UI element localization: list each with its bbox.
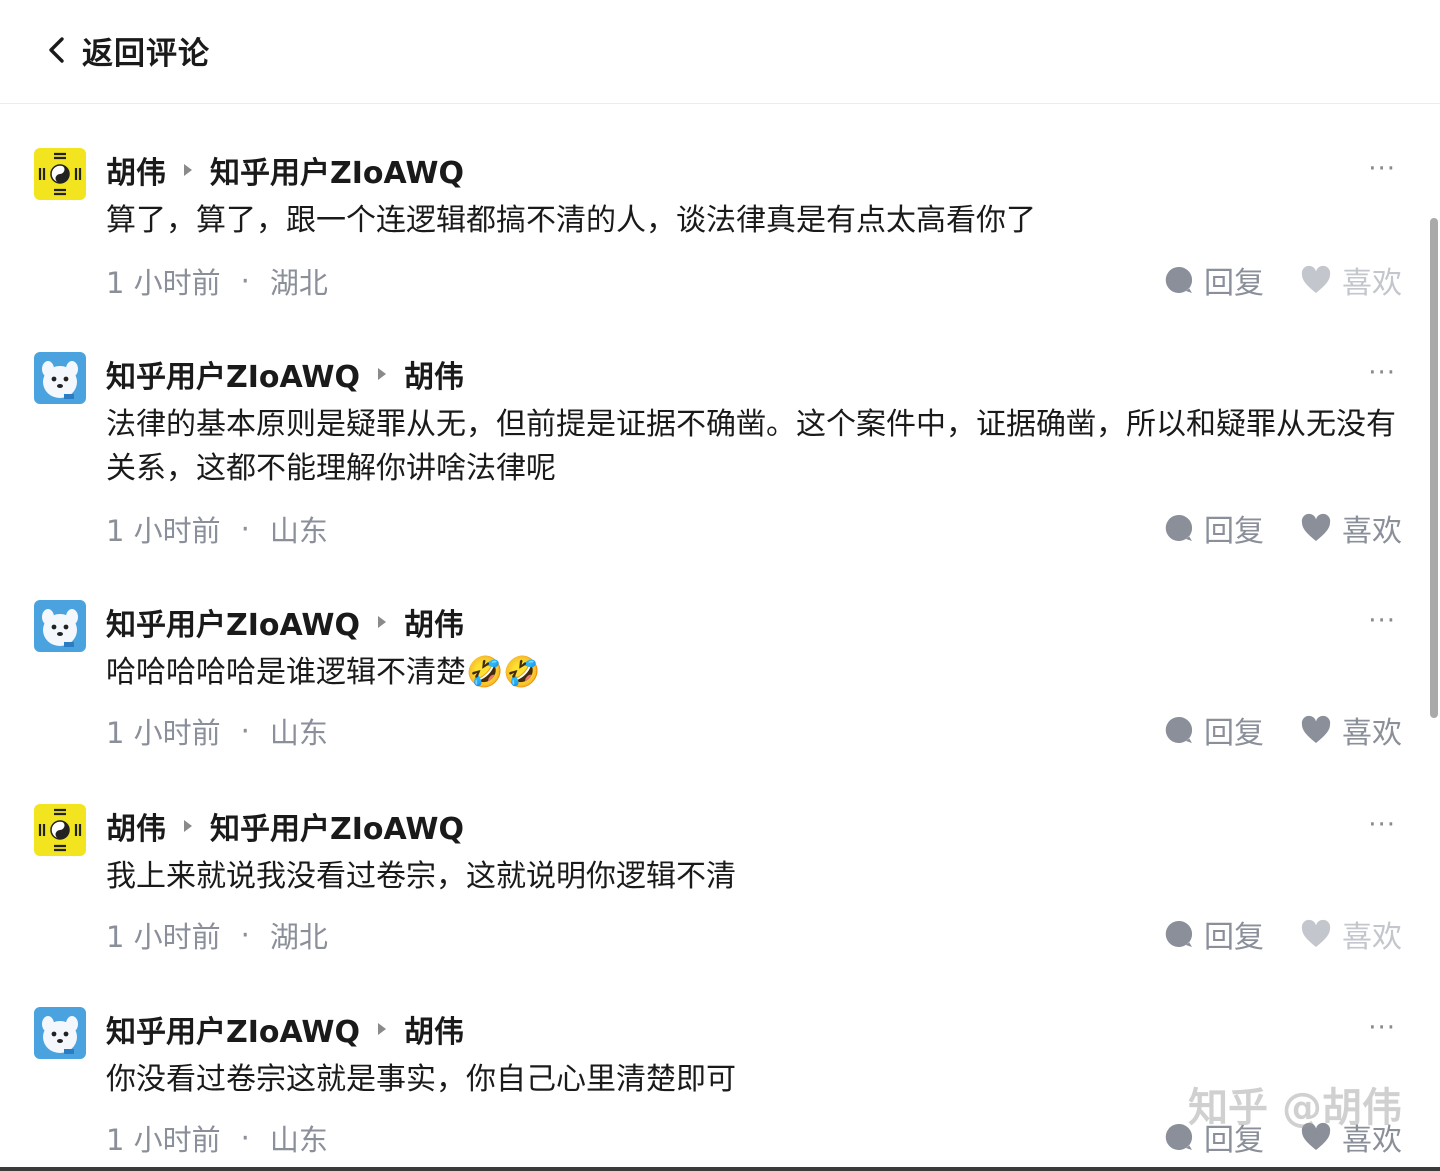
cartoon-dog-avatar[interactable] <box>34 600 86 652</box>
reply-label: 回复 <box>1204 920 1264 955</box>
comment-location: 湖北 <box>269 266 328 300</box>
comment-time: 1 小时前 <box>106 920 221 954</box>
comment-text: 哈哈哈哈哈是谁逻辑不清楚🤣🤣 <box>106 655 541 690</box>
comment-authors: 胡伟 知乎用户ZIoAWQ <box>106 804 464 848</box>
reply-label: 回复 <box>1204 1123 1264 1158</box>
bagua-avatar[interactable] <box>34 148 86 200</box>
heart-icon <box>1301 265 1331 293</box>
reply-label: 回复 <box>1204 716 1264 751</box>
comment-text: 你没看过卷宗这就是事实，你自己心里清楚即可 <box>106 1062 736 1097</box>
author-name[interactable]: 知乎用户ZIoAWQ <box>106 600 360 644</box>
like-button[interactable]: 喜欢 <box>1300 506 1402 550</box>
reply-button[interactable]: 回复 <box>1164 708 1264 752</box>
reply-to-arrow-icon <box>184 820 192 832</box>
heart-icon <box>1301 1122 1331 1150</box>
comment-location: 湖北 <box>269 920 328 954</box>
reply-label: 回复 <box>1204 514 1264 549</box>
heart-icon <box>1301 513 1331 541</box>
reply-button[interactable]: 回复 <box>1164 1115 1264 1159</box>
more-options-button[interactable]: ··· <box>1368 810 1396 840</box>
reply-to-name[interactable]: 知乎用户ZIoAWQ <box>210 148 464 192</box>
comment-meta: 1 小时前 · 山东 <box>106 508 328 550</box>
like-button[interactable]: 喜欢 <box>1300 708 1402 752</box>
like-label: 喜欢 <box>1342 716 1402 751</box>
comment-meta: 1 小时前 · 湖北 <box>106 260 328 302</box>
comment-authors: 知乎用户ZIoAWQ 胡伟 <box>106 600 464 644</box>
comment-thread-page: 返回评论 胡伟 知乎用户ZIoAWQ ··· 算了，算了，跟一个连逻辑都搞不清的… <box>0 0 1440 1171</box>
comment-meta: 1 小时前 · 湖北 <box>106 914 328 956</box>
like-button[interactable]: 喜欢 <box>1300 912 1402 956</box>
back-label: 返回评论 <box>82 35 210 72</box>
reply-to-name[interactable]: 胡伟 <box>404 1007 464 1051</box>
reply-to-arrow-icon <box>184 164 192 176</box>
comment-location: 山东 <box>269 716 328 750</box>
comment-actions: 回复 喜欢 <box>1164 1115 1402 1159</box>
comment-time: 1 小时前 <box>106 716 221 750</box>
speech-bubble-icon <box>1165 920 1193 947</box>
comment-time: 1 小时前 <box>106 266 221 300</box>
reply-button[interactable]: 回复 <box>1164 912 1264 956</box>
meta-separator: · <box>240 512 250 546</box>
comment-location: 山东 <box>269 514 328 548</box>
reply-to-name[interactable]: 知乎用户ZIoAWQ <box>210 804 464 848</box>
top-bar: 返回评论 <box>0 0 1440 104</box>
like-label: 喜欢 <box>1342 1123 1402 1158</box>
reply-to-name[interactable]: 胡伟 <box>404 352 464 396</box>
more-options-button[interactable]: ··· <box>1368 606 1396 636</box>
reply-to-arrow-icon <box>378 1023 386 1035</box>
speech-bubble-icon <box>1165 514 1193 541</box>
reply-to-arrow-icon <box>378 368 386 380</box>
reply-to-name[interactable]: 胡伟 <box>404 600 464 644</box>
meta-separator: · <box>240 264 250 298</box>
author-name[interactable]: 知乎用户ZIoAWQ <box>106 1007 360 1051</box>
meta-separator: · <box>240 714 250 748</box>
comment-authors: 知乎用户ZIoAWQ 胡伟 <box>106 1007 464 1051</box>
like-label: 喜欢 <box>1342 514 1402 549</box>
reply-button[interactable]: 回复 <box>1164 258 1264 302</box>
reply-button[interactable]: 回复 <box>1164 506 1264 550</box>
reply-label: 回复 <box>1204 266 1264 301</box>
meta-separator: · <box>240 1121 250 1155</box>
heart-icon <box>1301 919 1331 947</box>
comment-authors: 胡伟 知乎用户ZIoAWQ <box>106 148 464 192</box>
author-name[interactable]: 胡伟 <box>106 804 166 848</box>
chevron-left-icon <box>49 37 64 63</box>
author-name[interactable]: 知乎用户ZIoAWQ <box>106 352 360 396</box>
comment-text: 算了，算了，跟一个连逻辑都搞不清的人，谈法律真是有点太高看你了 <box>106 203 1036 238</box>
comment-text: 法律的基本原则是疑罪从无，但前提是证据不确凿。这个案件中，证据确凿，所以和疑罪从… <box>106 407 1396 486</box>
comment-actions: 回复 喜欢 <box>1164 912 1402 956</box>
more-options-button[interactable]: ··· <box>1368 1013 1396 1043</box>
comment-location: 山东 <box>269 1123 328 1157</box>
comment-authors: 知乎用户ZIoAWQ 胡伟 <box>106 352 464 396</box>
author-name[interactable]: 胡伟 <box>106 148 166 192</box>
comment-text: 我上来就说我没看过卷宗，这就说明你逻辑不清 <box>106 859 736 894</box>
more-options-button[interactable]: ··· <box>1368 358 1396 388</box>
more-options-button[interactable]: ··· <box>1368 154 1396 184</box>
comment-meta: 1 小时前 · 山东 <box>106 1117 328 1159</box>
comment-actions: 回复 喜欢 <box>1164 506 1402 550</box>
comment-time: 1 小时前 <box>106 1123 221 1157</box>
speech-bubble-icon <box>1165 1123 1193 1150</box>
comment-time: 1 小时前 <box>106 514 221 548</box>
comment-actions: 回复 喜欢 <box>1164 708 1402 752</box>
like-button[interactable]: 喜欢 <box>1300 1115 1402 1159</box>
heart-icon <box>1301 715 1331 743</box>
speech-bubble-icon <box>1165 716 1193 743</box>
like-label: 喜欢 <box>1342 266 1402 301</box>
speech-bubble-icon <box>1165 266 1193 293</box>
cartoon-dog-avatar[interactable] <box>34 352 86 404</box>
like-button[interactable]: 喜欢 <box>1300 258 1402 302</box>
cartoon-dog-avatar[interactable] <box>34 1007 86 1059</box>
comment-meta: 1 小时前 · 山东 <box>106 710 328 752</box>
meta-separator: · <box>240 918 250 952</box>
comment-actions: 回复 喜欢 <box>1164 258 1402 302</box>
bottom-divider <box>0 1167 1440 1171</box>
like-label: 喜欢 <box>1342 920 1402 955</box>
vertical-scrollbar[interactable] <box>1430 218 1438 718</box>
reply-to-arrow-icon <box>378 616 386 628</box>
bagua-avatar[interactable] <box>34 804 86 856</box>
back-to-comments-button[interactable]: 返回评论 <box>44 28 210 72</box>
